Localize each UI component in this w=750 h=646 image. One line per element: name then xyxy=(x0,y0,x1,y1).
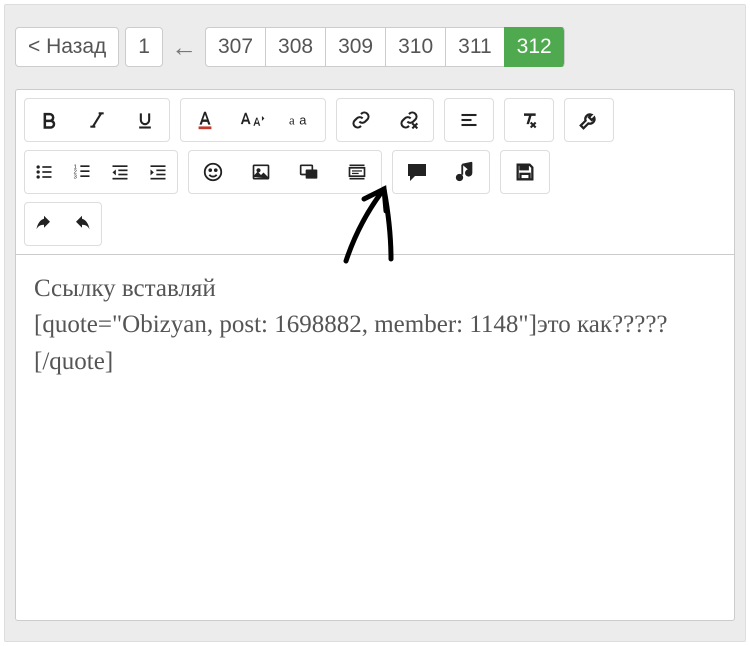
unordered-list-icon xyxy=(34,162,54,182)
quote-block-icon xyxy=(346,162,368,182)
save-icon xyxy=(514,161,536,183)
settings-button[interactable] xyxy=(565,99,613,141)
toolbar-group-format xyxy=(504,98,554,142)
toolbar-group-undo xyxy=(24,202,102,246)
toolbar-group-insert xyxy=(188,150,382,194)
toolbar-group-font: aa xyxy=(180,98,326,142)
svg-text:a: a xyxy=(289,113,295,127)
toolbar-group-settings xyxy=(564,98,614,142)
image-button[interactable] xyxy=(237,151,285,193)
outdent-icon xyxy=(110,162,130,182)
pager-page[interactable]: 310 xyxy=(385,27,445,67)
svg-text:3: 3 xyxy=(74,175,77,181)
remove-format-icon xyxy=(518,110,540,130)
italic-button[interactable] xyxy=(73,99,121,141)
pager-page[interactable]: 311 xyxy=(445,27,503,67)
editor-line: Ссылку вставляй xyxy=(34,271,716,307)
unlink-icon xyxy=(398,110,420,130)
underline-icon xyxy=(135,110,155,130)
align-icon xyxy=(459,110,479,130)
toolbar-row-3 xyxy=(24,202,726,246)
text-color-button[interactable] xyxy=(181,99,229,141)
speech-button[interactable] xyxy=(393,151,441,193)
toolbar-group-special xyxy=(392,150,490,194)
smiley-button[interactable] xyxy=(189,151,237,193)
page-container: < Назад 1 ← 307 308 309 310 311 312 xyxy=(4,4,746,642)
smiley-icon xyxy=(202,161,224,183)
quote-block-button[interactable] xyxy=(333,151,381,193)
indent-icon xyxy=(148,162,168,182)
outdent-button[interactable] xyxy=(101,151,139,193)
wrench-icon xyxy=(578,109,600,131)
pagination: < Назад 1 ← 307 308 309 310 311 312 xyxy=(15,27,735,67)
media-icon xyxy=(298,162,320,182)
editor-content-area[interactable]: Ссылку вставляй [quote="Obizyan, post: 1… xyxy=(16,255,734,555)
editor-toolbar: aa xyxy=(16,90,734,255)
ordered-list-button[interactable]: 123 xyxy=(63,151,101,193)
indent-button[interactable] xyxy=(139,151,177,193)
svg-text:a: a xyxy=(299,112,307,127)
pager-page-group: 307 308 309 310 311 312 xyxy=(205,27,565,67)
pager-page[interactable]: 309 xyxy=(325,27,385,67)
pager-back-button[interactable]: < Назад xyxy=(15,27,119,67)
pager-page-current[interactable]: 312 xyxy=(504,27,565,67)
remove-format-button[interactable] xyxy=(505,99,553,141)
pager-gap-indicator: ← xyxy=(169,32,199,63)
music-icon xyxy=(454,161,476,183)
unordered-list-button[interactable] xyxy=(25,151,63,193)
remove-link-button[interactable] xyxy=(385,99,433,141)
undo-icon xyxy=(33,215,55,233)
bold-button[interactable] xyxy=(25,99,73,141)
rich-text-editor: aa xyxy=(15,89,735,621)
pager-first-page[interactable]: 1 xyxy=(125,27,163,67)
align-button[interactable] xyxy=(445,99,493,141)
underline-button[interactable] xyxy=(121,99,169,141)
redo-icon xyxy=(71,215,93,233)
pager-page[interactable]: 308 xyxy=(265,27,325,67)
media-button[interactable] xyxy=(285,151,333,193)
toolbar-group-save xyxy=(500,150,550,194)
editor-line: [quote="Obizyan, post: 1698882, member: … xyxy=(34,307,716,380)
image-icon xyxy=(250,162,272,182)
save-button[interactable] xyxy=(501,151,549,193)
font-family-icon: aa xyxy=(289,110,313,130)
toolbar-group-lists: 123 xyxy=(24,150,178,194)
font-family-button[interactable]: aa xyxy=(277,99,325,141)
toolbar-row-2: 123 xyxy=(24,150,726,194)
toolbar-group-paragraph xyxy=(444,98,494,142)
pager-page[interactable]: 307 xyxy=(205,27,265,67)
speech-bubble-icon xyxy=(404,160,430,184)
bold-icon xyxy=(39,110,59,130)
toolbar-group-link xyxy=(336,98,434,142)
toolbar-group-text-style xyxy=(24,98,170,142)
insert-link-button[interactable] xyxy=(337,99,385,141)
link-icon xyxy=(350,110,372,130)
ordered-list-icon: 123 xyxy=(72,162,92,182)
toolbar-row-1: aa xyxy=(24,98,726,142)
font-size-icon xyxy=(240,109,266,131)
redo-button[interactable] xyxy=(63,203,101,245)
italic-icon xyxy=(87,110,107,130)
font-size-button[interactable] xyxy=(229,99,277,141)
undo-button[interactable] xyxy=(25,203,63,245)
music-button[interactable] xyxy=(441,151,489,193)
text-color-icon xyxy=(194,109,216,131)
